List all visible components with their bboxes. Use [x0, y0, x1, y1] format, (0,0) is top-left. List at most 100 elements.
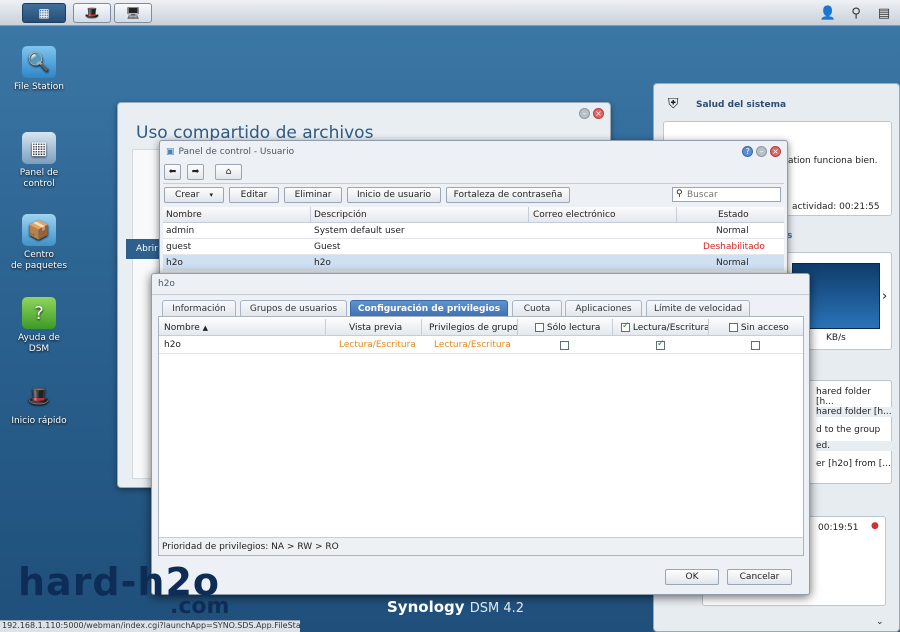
grid-header: Nombre ▲ Vista previa Privilegios de gru…: [159, 319, 803, 336]
column-read-only[interactable]: Sólo lectura: [535, 323, 600, 333]
desktop-icon-label: Panel de control: [19, 168, 59, 189]
main-menu-button[interactable]: ▦: [22, 3, 66, 23]
column-name[interactable]: Nombre ▲: [164, 323, 208, 333]
user-icon[interactable]: 👤: [817, 3, 839, 23]
close-button[interactable]: ×: [770, 146, 781, 157]
column-divider: [676, 207, 677, 223]
dialog-title: h2o: [158, 279, 175, 289]
user-login-button[interactable]: Inicio de usuario: [347, 187, 441, 203]
column-read-only-label: Sólo lectura: [546, 323, 601, 333]
minimize-button[interactable]: –: [756, 146, 768, 157]
home-button[interactable]: ⌂: [215, 164, 242, 180]
log-entry: hared folder [h...: [816, 387, 871, 407]
caret-down-icon: ▾: [209, 191, 214, 199]
create-button[interactable]: Crear ▾: [164, 187, 224, 203]
back-button[interactable]: ⬅: [164, 164, 181, 180]
grid-footer: Prioridad de privilegios: NA > RW > RO: [159, 537, 803, 555]
table-row[interactable]: admin System default user Normal: [163, 223, 784, 239]
grid-icon: ▦: [38, 6, 50, 20]
desktop-icon-help[interactable]: ? Ayuda de DSM: [6, 297, 72, 355]
log-entry: hared folder [h...: [816, 407, 892, 417]
password-strength-button[interactable]: Fortaleza de contraseña: [446, 187, 570, 203]
column-read-write-label: Lectura/Escritura: [632, 323, 710, 333]
no-access-checkbox[interactable]: [751, 341, 760, 350]
tab-info[interactable]: Información: [162, 300, 236, 316]
search-field[interactable]: ⚲ Buscar: [672, 187, 781, 202]
desktop-icon-label: File Station: [14, 82, 64, 92]
tab-speed-limit[interactable]: Límite de velocidad: [646, 300, 750, 316]
chevron-right-icon[interactable]: ›: [882, 289, 887, 304]
column-status[interactable]: Estado: [718, 210, 749, 220]
desktop-icon-package-center[interactable]: 📦 Centro de paquetes: [6, 214, 72, 272]
log-entry: ed.: [816, 441, 892, 451]
column-read-write[interactable]: Lectura/Escritura: [621, 321, 710, 333]
user-edit-dialog: h2o Información Grupos de usuarios Confi…: [151, 273, 810, 595]
column-email[interactable]: Correo electrónico: [533, 210, 615, 220]
cancel-button[interactable]: Cancelar: [727, 569, 792, 585]
no-access-all-checkbox[interactable]: [729, 323, 738, 332]
row-status: Normal: [716, 258, 749, 268]
tab-user-groups[interactable]: Grupos de usuarios: [240, 300, 347, 316]
open-button[interactable]: Abrir: [126, 239, 162, 259]
magic-hat-icon: 🎩: [84, 6, 100, 20]
read-write-checkbox[interactable]: [656, 339, 665, 350]
search-icon[interactable]: ⚲: [845, 3, 867, 23]
panel-title: Salud del sistema: [696, 100, 787, 110]
synology-text: Synology: [387, 598, 465, 616]
delete-button[interactable]: Eliminar: [284, 187, 342, 203]
status-bar-url: 192.168.1.110:5000/webman/index.cgi?laun…: [0, 620, 300, 632]
column-description[interactable]: Descripción: [314, 210, 367, 220]
close-button[interactable]: ×: [593, 108, 604, 119]
home-icon: ⌂: [225, 167, 232, 177]
sort-asc-icon: ▲: [202, 324, 209, 332]
read-only-all-checkbox[interactable]: [535, 323, 544, 332]
activity-text: actividad: 00:21:55: [792, 202, 880, 212]
tab-quota[interactable]: Cuota: [512, 300, 562, 316]
edit-button[interactable]: Editar: [229, 187, 279, 203]
forward-button[interactable]: ➡: [187, 164, 204, 180]
desktop-icon-file-station[interactable]: 🔍 File Station: [6, 46, 72, 93]
synology-logo: Synology DSM 4.2: [387, 598, 524, 616]
column-name[interactable]: Nombre: [166, 210, 202, 220]
column-divider: [708, 319, 709, 336]
tab-applications[interactable]: Aplicaciones: [565, 300, 642, 316]
column-divider: [310, 207, 311, 223]
control-panel-header: ▣ Panel de control - Usuario: [160, 141, 787, 162]
widgets-icon[interactable]: ▤: [873, 3, 895, 23]
column-divider: [325, 319, 326, 336]
help-icon: ?: [22, 297, 56, 329]
column-no-access[interactable]: Sin acceso: [729, 323, 789, 333]
control-panel-taskbar-button[interactable]: 🖥: [114, 3, 152, 23]
row-description: System default user: [314, 226, 405, 236]
minimize-button[interactable]: –: [579, 108, 591, 119]
divider: [163, 183, 784, 184]
column-name-label: Nombre: [164, 323, 200, 333]
table-row[interactable]: h2o Lectura/Escritura Lectura/Escritura: [159, 337, 803, 354]
search-placeholder: Buscar: [687, 190, 718, 200]
row-description: h2o: [314, 258, 331, 268]
row-name: guest: [166, 242, 192, 252]
row-name: h2o: [166, 258, 183, 268]
table-row-selected[interactable]: h2o h2o Normal: [163, 255, 784, 271]
read-write-all-checkbox[interactable]: [621, 321, 630, 332]
tab-privileges[interactable]: Configuración de privilegios: [350, 300, 508, 316]
quick-start-taskbar-button[interactable]: 🎩: [73, 3, 111, 23]
column-no-access-label: Sin acceso: [740, 323, 789, 333]
chevron-down-icon[interactable]: ⌄: [876, 617, 884, 627]
column-group-privileges[interactable]: Privilegios de grupo: [429, 323, 518, 333]
help-button[interactable]: ?: [742, 146, 754, 157]
health-status-text: ation funciona bien.: [788, 156, 878, 166]
create-label: Crear: [174, 190, 200, 200]
window-controls: ? – ×: [742, 146, 781, 157]
arrow-left-icon: ⬅: [168, 167, 177, 177]
read-only-checkbox[interactable]: [560, 341, 569, 350]
column-preview[interactable]: Vista previa: [349, 323, 402, 333]
desktop-icon-quick-start[interactable]: 🎩 Inicio rápido: [6, 380, 72, 427]
window-controls: – ×: [579, 108, 604, 119]
row-group-privileges: Lectura/Escritura: [434, 340, 511, 350]
file-station-icon: 🔍: [22, 46, 56, 78]
table-row[interactable]: guest Guest Deshabilitado: [163, 239, 784, 255]
row-preview: Lectura/Escritura: [339, 340, 416, 350]
ok-button[interactable]: OK: [665, 569, 719, 585]
desktop-icon-control-panel[interactable]: ▦ Panel de control: [6, 132, 72, 190]
